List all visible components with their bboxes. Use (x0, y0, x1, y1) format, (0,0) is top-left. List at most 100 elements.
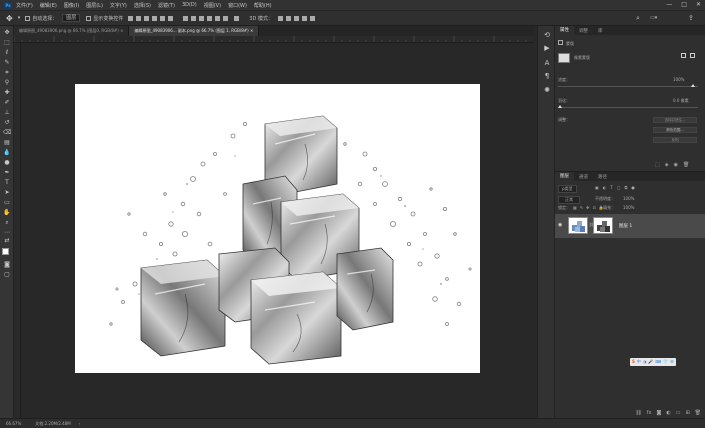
apply-mask-icon[interactable]: ◈ (665, 162, 669, 168)
density-slider[interactable] (558, 86, 698, 87)
share-icon[interactable]: ⇪ (688, 14, 694, 22)
filter-toggle-icon[interactable]: ● (631, 185, 635, 190)
marquee-tool-icon[interactable]: ⬚ (3, 40, 11, 46)
distribute-left-icon[interactable] (207, 15, 213, 21)
lock-transparent-icon[interactable]: ▦ (573, 205, 577, 210)
tab-layers[interactable]: 图层 (555, 172, 574, 181)
canvas-workspace[interactable] (21, 43, 534, 418)
density-value[interactable]: 100% (673, 77, 684, 82)
menu-help[interactable]: 帮助(H) (254, 2, 272, 9)
sogou-icon[interactable]: S (632, 359, 635, 365)
link-layers-icon[interactable]: ⛓ (635, 410, 641, 416)
history-brush-tool-icon[interactable]: ↺ (3, 120, 11, 126)
foreground-color-swatch[interactable] (2, 248, 9, 255)
minimize-button[interactable]: — (666, 1, 672, 8)
visibility-icon[interactable]: ◉ (674, 162, 678, 168)
distribute-bottom-icon[interactable] (199, 15, 205, 21)
color-range-button[interactable]: 颜色范围... (653, 127, 697, 133)
select-and-mask-button[interactable]: 选择并遮住... (653, 117, 697, 123)
new-layer-icon[interactable]: ⊞ (685, 410, 689, 416)
menu-window[interactable]: 窗口(W) (228, 2, 247, 9)
tab-libraries[interactable]: 库 (593, 28, 608, 34)
tab-properties[interactable]: 属性 (555, 26, 574, 35)
history-icon[interactable]: ⟲ (543, 31, 551, 39)
menu-select[interactable]: 选择(S) (134, 2, 151, 9)
ime-lang-icon[interactable]: 中 (637, 359, 641, 365)
delete-layer-icon[interactable]: 🗑 (695, 410, 701, 416)
layer-filter-kind[interactable]: ρ类型 (558, 185, 577, 193)
lock-position-icon[interactable]: ✥ (586, 205, 589, 210)
distribute-hcenter-icon[interactable] (215, 15, 221, 21)
pixel-mask-icon[interactable] (681, 53, 686, 58)
layer-row[interactable]: ◉ ⛓ 图层 1 (555, 214, 705, 238)
chevron-right-icon[interactable]: › (79, 421, 81, 426)
healing-brush-tool-icon[interactable]: ✚ (3, 90, 11, 96)
brush-tool-icon[interactable]: ✐ (3, 100, 11, 106)
scale-3d-icon[interactable] (309, 15, 315, 21)
hand-tool-icon[interactable]: ✋ (3, 210, 11, 216)
filter-smart-icon[interactable]: ⧉ (625, 185, 628, 190)
menu-filter[interactable]: 滤镜(T) (158, 2, 175, 9)
fill-value[interactable]: 100% (623, 205, 634, 210)
pixel-mask-row[interactable]: 像素蒙版 (558, 53, 590, 63)
adjustment-layer-icon[interactable]: ◐ (666, 410, 670, 416)
quick-mask-icon[interactable]: ◙ (3, 262, 11, 268)
add-mask-icon[interactable]: ◙ (656, 410, 661, 416)
doc-tab-original[interactable]: 编辑原图_49083906.png @ 66.7% (图层0, RGB/8#) … (14, 26, 130, 36)
feather-slider[interactable] (558, 107, 698, 108)
paragraph-icon[interactable]: ¶ (543, 72, 551, 80)
blend-mode-select[interactable]: 正常 (558, 196, 580, 204)
auto-select-dropdown[interactable]: 图层 (62, 14, 81, 22)
search-icon[interactable]: ⌕ (636, 14, 640, 23)
pan-3d-icon[interactable] (293, 15, 299, 21)
tab-paths[interactable]: 路径 (593, 174, 612, 180)
auto-align-icon[interactable] (234, 15, 240, 21)
orbit-3d-icon[interactable] (277, 15, 283, 21)
more-tools-icon[interactable]: ⋯ (3, 230, 11, 236)
crop-tool-icon[interactable]: ⌗ (3, 70, 11, 76)
ime-keyboard-icon[interactable]: ⌨ (655, 359, 661, 365)
move-icon[interactable]: ✥ (6, 14, 13, 23)
align-right-icon[interactable] (168, 15, 174, 21)
maximize-button[interactable]: □ (681, 1, 687, 8)
eraser-tool-icon[interactable]: ⌫ (3, 130, 11, 136)
align-bottom-icon[interactable] (144, 15, 150, 21)
menu-type[interactable]: 文字(Y) (110, 2, 127, 9)
feather-value[interactable]: 0.0 像素 (673, 98, 689, 104)
type-tool-icon[interactable]: T (3, 180, 11, 186)
density-slider-handle[interactable] (691, 84, 695, 87)
ime-skin-icon[interactable]: 👕 (663, 359, 668, 365)
distribute-right-icon[interactable] (223, 15, 229, 21)
doc-tab-copy[interactable]: 编辑原图_49083906... 副本.png @ 66.7% (图层 1, R… (129, 26, 260, 36)
vector-mask-icon[interactable] (690, 53, 695, 58)
filter-shape-icon[interactable]: ▢ (617, 185, 621, 190)
light-bulb-icon[interactable]: ✺ (543, 86, 551, 94)
align-hcenter-icon[interactable] (160, 15, 166, 21)
path-select-tool-icon[interactable]: ➤ (3, 190, 11, 196)
character-icon[interactable]: A (543, 59, 551, 67)
filter-type-icon[interactable]: T (610, 185, 612, 190)
layer-mask-thumbnail[interactable] (593, 217, 613, 234)
tab-adjustments[interactable]: 调整 (574, 28, 593, 34)
layer-name[interactable]: 图层 1 (619, 223, 632, 229)
load-selection-icon[interactable]: ⬚ (655, 162, 660, 168)
roll-3d-icon[interactable] (285, 15, 291, 21)
lock-image-icon[interactable]: ✎ (580, 205, 583, 210)
slide-3d-icon[interactable] (301, 15, 307, 21)
show-transform-checkbox[interactable] (86, 15, 92, 21)
clone-stamp-tool-icon[interactable]: ⊥ (3, 110, 11, 116)
distribute-top-icon[interactable] (183, 15, 189, 21)
invert-button[interactable]: 反相 (653, 137, 697, 143)
menu-layer[interactable]: 图层(L) (86, 2, 103, 9)
screen-mode-icon[interactable]: ▢ (3, 272, 11, 278)
swap-colors-icon[interactable]: ⇄ (3, 238, 11, 244)
filter-adjust-icon[interactable]: ◐ (603, 185, 607, 190)
tab-channels[interactable]: 通道 (574, 174, 593, 180)
ime-mic-icon[interactable]: 🎤 (648, 359, 653, 365)
align-vcenter-icon[interactable] (136, 15, 142, 21)
move-tool-icon[interactable]: ✥ (3, 30, 11, 36)
eyedropper-tool-icon[interactable]: ⚲ (3, 80, 11, 86)
actions-icon[interactable]: ▶ (543, 44, 551, 52)
gradient-tool-icon[interactable]: ▤ (3, 140, 11, 146)
pen-tool-icon[interactable]: ✒ (3, 170, 11, 176)
